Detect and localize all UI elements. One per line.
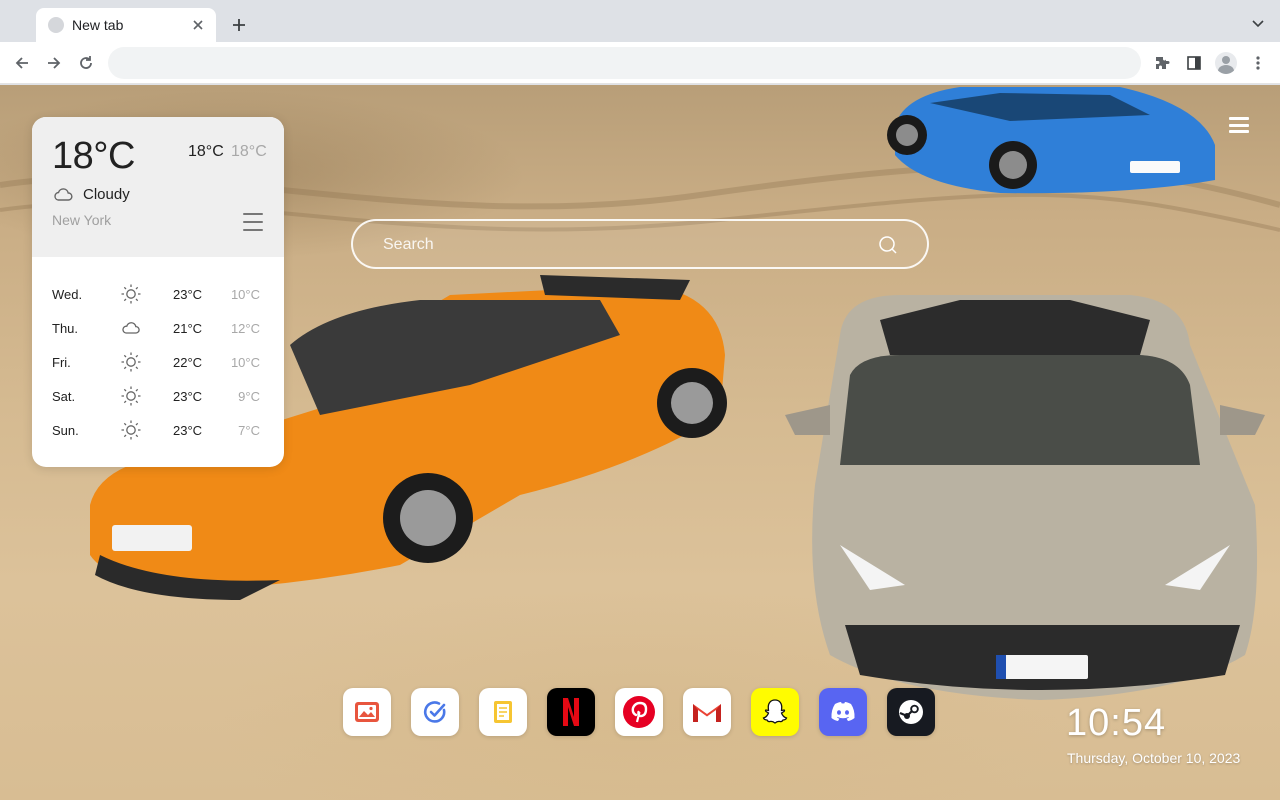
forecast-low: 9°C [238,389,260,404]
blue-car-image [887,87,1215,194]
dock-item-snapchat[interactable] [751,688,799,736]
today-high-temperature: 18°C [188,143,224,160]
search-box [351,219,929,269]
today-low-temperature: 18°C [231,143,267,160]
page-menu-icon[interactable] [1229,117,1249,133]
photos-icon [355,702,379,722]
sun-icon [121,352,141,372]
clock-time: 10:54 [1066,702,1167,744]
note-icon [494,701,512,723]
silver-car-image [785,295,1265,700]
forecast-low: 10°C [230,287,260,302]
tab-new-tab[interactable]: New tab [36,8,216,42]
weather-widget: 18°C 18°C 18°C Cloudy New York Wed. 23°C… [32,117,284,467]
sun-icon [121,420,141,440]
tab-strip: New tab [0,0,1280,42]
globe-icon [48,17,64,33]
netflix-icon [563,698,579,726]
forecast-row: Sun. 23°C 7°C [32,413,284,447]
sun-icon [121,386,141,406]
new-tab-button[interactable] [228,14,250,36]
side-panel-icon[interactable] [1182,51,1206,75]
forecast-high: 22°C [173,355,203,370]
chevron-down-icon[interactable] [1248,14,1268,34]
forward-button[interactable] [42,51,66,75]
forecast-low: 12°C [230,321,260,336]
weather-forecast-list: Wed. 23°C 10°C Thu. 21°C 12°C Fri. 22°C … [32,277,284,447]
dock-item-steam[interactable] [887,688,935,736]
forecast-low: 10°C [230,355,260,370]
cloud-icon [54,188,73,201]
dock-item-photos[interactable] [343,688,391,736]
tab-title: New tab [72,17,124,33]
steam-icon [899,700,923,724]
weather-menu-icon[interactable] [243,213,263,231]
weather-city[interactable]: New York [52,212,111,228]
weather-condition: Cloudy [83,186,130,203]
weather-current: 18°C 18°C 18°C Cloudy New York [32,117,284,257]
forecast-row: Sat. 23°C 9°C [32,379,284,413]
forecast-row: Thu. 21°C 12°C [32,311,284,345]
discord-icon [831,702,855,721]
checkmark-icon [423,701,446,723]
dock-item-tasks[interactable] [411,688,459,736]
forecast-high: 23°C [173,423,203,438]
profile-button[interactable] [1214,51,1238,75]
pinterest-icon [623,696,655,728]
browser-toolbar [0,42,1280,84]
clock-date: Thursday, October 10, 2023 [1067,750,1241,766]
new-tab-page: 18°C 18°C 18°C Cloudy New York Wed. 23°C… [0,85,1280,800]
close-icon[interactable] [190,17,206,33]
more-menu-icon[interactable] [1246,51,1270,75]
sun-icon [121,284,141,304]
forecast-high: 21°C [173,321,203,336]
dock-item-gmail[interactable] [683,688,731,736]
forecast-day: Sun. [52,423,79,438]
forecast-day: Thu. [52,321,79,336]
current-temperature: 18°C [52,135,135,177]
search-icon[interactable] [877,234,899,256]
dock-item-pinterest[interactable] [615,688,663,736]
dock-item-discord[interactable] [819,688,867,736]
cloud-icon [122,322,140,334]
forecast-day: Wed. [52,287,83,302]
forecast-row: Wed. 23°C 10°C [32,277,284,311]
forecast-row: Fri. 22°C 10°C [32,345,284,379]
reload-button[interactable] [74,51,98,75]
forecast-high: 23°C [173,287,203,302]
avatar [1215,52,1237,74]
search-input[interactable] [383,233,863,257]
address-bar[interactable] [108,47,1141,79]
forecast-high: 23°C [173,389,203,404]
extensions-icon[interactable] [1150,51,1174,75]
back-button[interactable] [10,51,34,75]
snapchat-icon [762,699,788,724]
gmail-icon [693,704,721,722]
forecast-low: 7°C [238,423,260,438]
forecast-day: Sat. [52,389,76,404]
forecast-day: Fri. [52,355,71,370]
app-dock [343,688,935,736]
dock-item-netflix[interactable] [547,688,595,736]
dock-item-notes[interactable] [479,688,527,736]
